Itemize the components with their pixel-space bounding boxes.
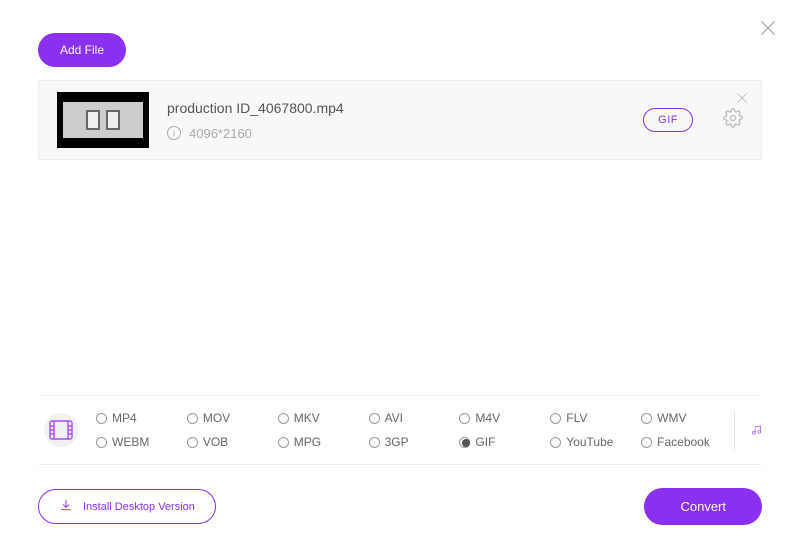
radio-icon xyxy=(369,437,380,448)
format-label: MPG xyxy=(294,435,321,449)
radio-icon xyxy=(187,437,198,448)
format-label: 3GP xyxy=(385,435,409,449)
video-thumbnail xyxy=(57,92,149,148)
format-option-mov[interactable]: MOV xyxy=(187,411,270,425)
music-icon[interactable] xyxy=(734,410,762,450)
radio-icon xyxy=(550,413,561,424)
format-label: M4V xyxy=(475,411,500,425)
radio-icon xyxy=(278,437,289,448)
file-name: production ID_4067800.mp4 xyxy=(167,100,625,116)
file-dimensions-row: i 4096*2160 xyxy=(167,126,625,141)
bottom-bar: Install Desktop Version Convert xyxy=(38,488,762,525)
format-option-vob[interactable]: VOB xyxy=(187,435,270,449)
radio-icon xyxy=(369,413,380,424)
format-label: Facebook xyxy=(657,435,710,449)
format-label: GIF xyxy=(475,435,495,449)
format-option-mkv[interactable]: MKV xyxy=(278,411,361,425)
format-label: FLV xyxy=(566,411,587,425)
file-info: production ID_4067800.mp4 i 4096*2160 xyxy=(167,100,625,141)
install-desktop-button[interactable]: Install Desktop Version xyxy=(38,489,216,524)
format-option-flv[interactable]: FLV xyxy=(550,411,633,425)
radio-icon xyxy=(459,413,470,424)
format-option-wmv[interactable]: WMV xyxy=(641,411,724,425)
format-label: MP4 xyxy=(112,411,137,425)
convert-button[interactable]: Convert xyxy=(644,488,762,525)
format-label: AVI xyxy=(385,411,403,425)
radio-icon xyxy=(96,413,107,424)
formats-bar: MP4 MOV MKV AVI M4V FLV WMV WEBM VOB MPG 3GP GIF You… xyxy=(38,395,762,465)
format-option-m4v[interactable]: M4V xyxy=(459,411,542,425)
format-option-mp4[interactable]: MP4 xyxy=(96,411,179,425)
format-option-facebook[interactable]: Facebook xyxy=(641,435,724,449)
format-option-mpg[interactable]: MPG xyxy=(278,435,361,449)
radio-icon xyxy=(641,413,652,424)
output-format-badge[interactable]: GIF xyxy=(643,108,693,132)
close-icon[interactable] xyxy=(758,18,778,43)
radio-icon xyxy=(187,413,198,424)
format-option-avi[interactable]: AVI xyxy=(369,411,452,425)
radio-icon xyxy=(96,437,107,448)
download-icon xyxy=(59,498,73,515)
format-label: WEBM xyxy=(112,435,149,449)
video-icon[interactable] xyxy=(44,413,78,447)
format-grid: MP4 MOV MKV AVI M4V FLV WMV WEBM VOB MPG 3GP GIF You… xyxy=(96,411,724,449)
format-label: YouTube xyxy=(566,435,613,449)
remove-file-icon[interactable] xyxy=(735,91,749,110)
format-label: VOB xyxy=(203,435,228,449)
format-option-webm[interactable]: WEBM xyxy=(96,435,179,449)
format-option-3gp[interactable]: 3GP xyxy=(369,435,452,449)
radio-icon xyxy=(459,437,470,448)
radio-icon xyxy=(550,437,561,448)
format-label: MKV xyxy=(294,411,320,425)
format-option-gif[interactable]: GIF xyxy=(459,435,542,449)
format-option-youtube[interactable]: YouTube xyxy=(550,435,633,449)
file-dimensions: 4096*2160 xyxy=(189,126,252,141)
radio-icon xyxy=(641,437,652,448)
format-label: MOV xyxy=(203,411,230,425)
format-label: WMV xyxy=(657,411,686,425)
file-card: production ID_4067800.mp4 i 4096*2160 GI… xyxy=(38,80,762,160)
info-icon: i xyxy=(167,126,181,140)
install-desktop-label: Install Desktop Version xyxy=(83,501,195,513)
radio-icon xyxy=(278,413,289,424)
gear-icon[interactable] xyxy=(723,108,743,133)
add-file-button[interactable]: Add File xyxy=(38,33,126,67)
